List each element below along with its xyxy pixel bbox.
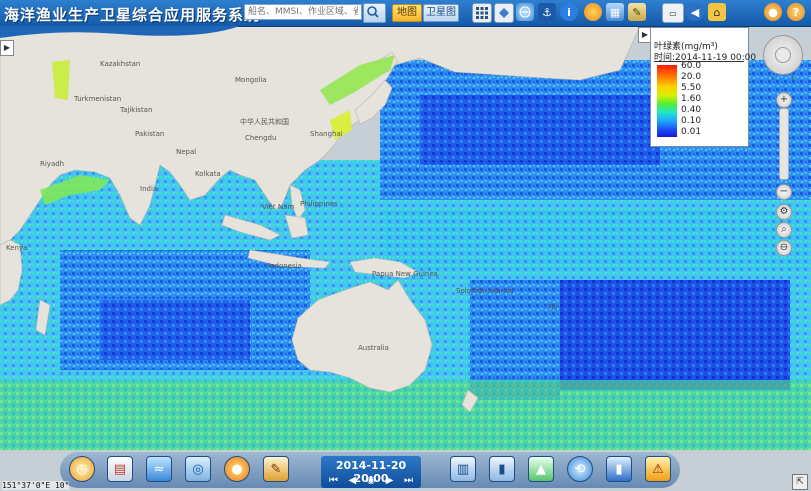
report-icon[interactable]: ▤ (107, 456, 133, 482)
play-icon[interactable]: ◉ (367, 475, 376, 486)
fishing-icon[interactable]: ✎ (628, 3, 646, 21)
ruler-icon[interactable]: ▦ (606, 3, 624, 21)
map-label: Kenya (6, 244, 28, 252)
tab-map[interactable]: 地图 (392, 4, 422, 22)
salinity-icon[interactable]: ▮ (606, 456, 632, 482)
edit-icon[interactable]: ✎ (263, 456, 289, 482)
map-label: Kazakhstan (100, 60, 141, 68)
legend-value: 0.10 (681, 116, 702, 126)
map-label: Shanghai (310, 130, 343, 138)
zoom-slider[interactable] (779, 108, 789, 180)
zoom-out-button[interactable]: − (776, 184, 792, 200)
search-input[interactable] (244, 4, 362, 20)
clock-icon[interactable]: ◷ (69, 456, 95, 482)
map-label: Nepal (176, 148, 197, 156)
current-icon[interactable]: ◎ (185, 456, 211, 482)
legend-value: 60.0 (681, 61, 702, 71)
map-label: Turkmenistan (74, 95, 122, 103)
first-frame-icon[interactable]: ⏮ (329, 475, 338, 486)
map-label: Papua New Guinea (372, 270, 438, 278)
last-frame-icon[interactable]: ⏭ (404, 475, 413, 486)
map-label: India (140, 185, 158, 193)
globe-icon[interactable] (516, 3, 534, 21)
map-label: Fiji (548, 303, 558, 311)
time-playback-panel: 2014-11-20 20:00 ⏮ ◀ ◉ ▶ ⏭ (321, 456, 421, 488)
ruler-tool-button[interactable]: ▭ (662, 3, 684, 23)
cursor-coordinates: 151°37'0"E 10° (2, 481, 70, 490)
temperature-icon[interactable]: ● (224, 456, 250, 482)
legend-value: 0.40 (681, 105, 702, 115)
playback-controls: ⏮ ◀ ◉ ▶ ⏭ (329, 474, 413, 486)
weather-icon[interactable] (584, 3, 602, 21)
map-label: Australia (358, 344, 389, 352)
thermometer-icon[interactable]: ▮ (489, 456, 515, 482)
magnify-icon[interactable]: ⌕ (776, 222, 792, 238)
app-title: 海洋渔业生产卫星综合应用服务系统 (4, 6, 261, 24)
info-icon[interactable]: i (560, 3, 578, 21)
map-label: Philippines (300, 200, 338, 208)
left-panel-toggle[interactable]: ▶ (0, 40, 14, 56)
legend-color-bar (657, 65, 677, 137)
wind-icon[interactable]: ⟲ (567, 456, 593, 482)
map-label: 中华人民共和国 (240, 118, 289, 126)
layers-icon[interactable] (494, 3, 514, 23)
rotate-left-icon[interactable]: ‹ (771, 73, 775, 87)
anchor-icon[interactable]: ⚓ (538, 3, 556, 21)
map-label: Pakistan (135, 130, 165, 138)
back-icon[interactable]: ◀ (686, 3, 704, 21)
legend-value: 5.50 (681, 83, 702, 93)
map-label: Tajikistan (120, 106, 153, 114)
grid-icon[interactable] (472, 3, 492, 23)
map-label: Mongolia (235, 76, 267, 84)
rotate-controls: ‹ › (771, 73, 795, 87)
next-frame-icon[interactable]: ▶ (386, 475, 394, 486)
search-button[interactable] (363, 3, 386, 23)
warning-icon[interactable]: ⚠ (645, 456, 671, 482)
gear-icon[interactable]: ⚙ (776, 204, 792, 220)
legend-value: 20.0 (681, 72, 702, 82)
station-icon[interactable]: ▥ (450, 456, 476, 482)
map-label: Indonesia (268, 262, 302, 270)
zoom-reset-icon[interactable]: ⊖ (776, 240, 792, 256)
prev-frame-icon[interactable]: ◀ (348, 475, 356, 486)
tab-satellite[interactable]: 卫星图 (423, 4, 459, 22)
chlorophyll-icon[interactable]: ▲ (528, 456, 554, 482)
rotate-right-icon[interactable]: › (791, 73, 795, 87)
pan-center-button[interactable] (775, 47, 791, 63)
map-label: Chengdu (245, 134, 277, 142)
user-icon[interactable]: ● (764, 3, 782, 21)
legend-value: 0.01 (681, 127, 702, 137)
chlorophyll-legend: 叶绿素(mg/m³) 时间:2014-11-19 00:00 60.0 20.0… (650, 27, 756, 147)
wave-icon[interactable]: ≈ (146, 456, 172, 482)
map-label: Solomon Islands (456, 287, 514, 295)
map-label: Riyadh (40, 160, 65, 168)
legend-values: 60.0 20.0 5.50 1.60 0.40 0.10 0.01 (681, 61, 701, 138)
home-icon[interactable]: ⌂ (708, 3, 726, 21)
collapse-corner-button[interactable]: ⇱ (792, 474, 808, 490)
map-label: Việt Nam (262, 203, 295, 211)
search-icon (367, 6, 379, 18)
help-icon[interactable]: ? (787, 3, 805, 21)
zoom-in-button[interactable]: + (776, 92, 792, 108)
legend-value: 1.60 (681, 94, 702, 104)
map-label: Kolkata (195, 170, 221, 178)
title-wave-decoration (0, 26, 240, 38)
